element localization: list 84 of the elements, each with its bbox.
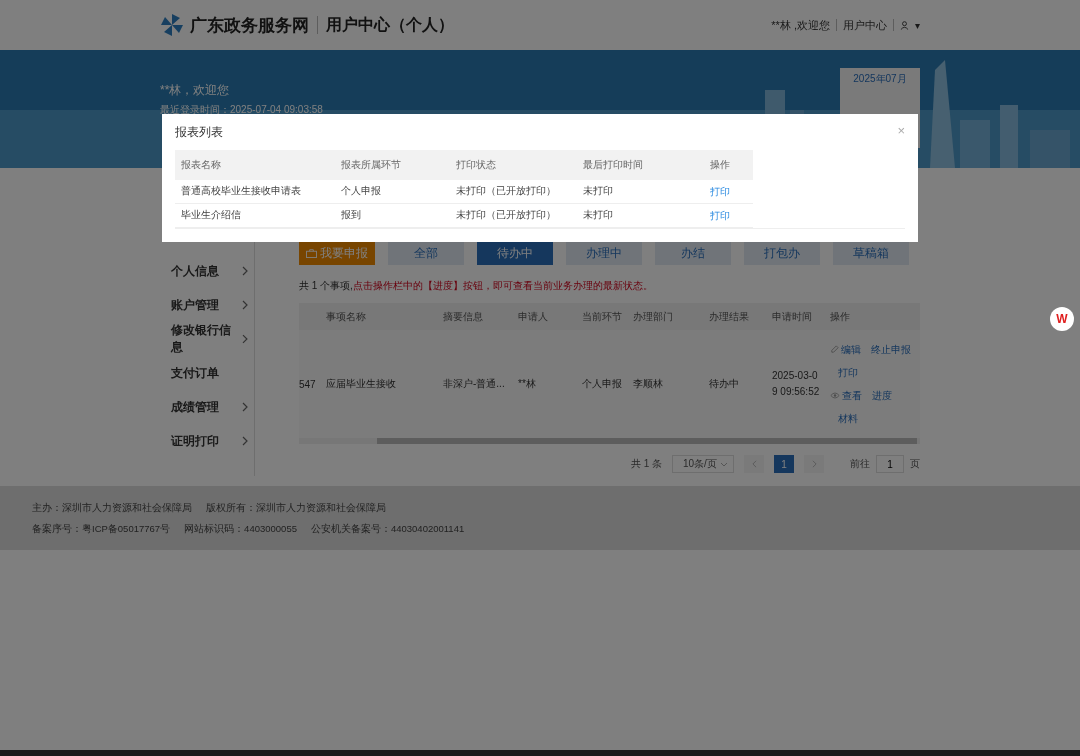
footer-text: 主办：深圳市人力资源和社会保障局 xyxy=(32,502,192,515)
tab[interactable]: 办理中 xyxy=(566,242,642,265)
column-header: 申请时间 xyxy=(771,309,813,324)
column-header: 摘要信息 xyxy=(442,309,484,324)
footer-text: 网站标识码：4403000055 xyxy=(184,523,297,536)
page-unit: 页 xyxy=(910,457,920,471)
close-button[interactable]: × xyxy=(897,122,905,138)
pinwheel-logo-icon xyxy=(160,13,184,37)
caret-icon[interactable]: ▾ xyxy=(914,19,920,31)
page-size-select[interactable]: 10条/页 xyxy=(672,455,734,473)
user-icon[interactable] xyxy=(899,20,909,30)
action-link[interactable]: 材料 xyxy=(838,411,858,426)
action-link[interactable]: 进度 xyxy=(872,388,892,403)
tab[interactable]: 办结 xyxy=(655,242,731,265)
chevron-left-icon xyxy=(751,460,757,468)
table-cell-text: 547 xyxy=(299,378,317,390)
last-login-text: 最近登录时间：2025-07-04 09:03:58 xyxy=(160,103,323,117)
column-header: 当前环节 xyxy=(581,309,623,324)
column-header: 申请人 xyxy=(517,309,549,324)
welcome-text: **林，欢迎您 xyxy=(160,82,231,99)
dialog-title: 报表列表 xyxy=(175,123,223,141)
user-center-link[interactable]: 用户中心 xyxy=(842,17,887,33)
column-header: 操作 xyxy=(709,158,731,172)
goto-page-input[interactable]: 1 xyxy=(876,455,904,473)
sidebar-item[interactable]: 支付订单 xyxy=(160,356,254,390)
table-cell-text: 待办中 xyxy=(708,377,740,391)
next-page-button[interactable] xyxy=(804,455,824,473)
column-header: 操作 xyxy=(829,309,851,324)
sidebar-item[interactable]: 修改银行信息 xyxy=(160,322,254,356)
print-link[interactable]: 打印 xyxy=(710,209,730,221)
notice-text: 共 1 个事项,点击操作栏中的【进度】按钮，即可查看当前业务办理的最新状态。 xyxy=(299,279,654,293)
footer-text: 公安机关备案号：44030402001141 xyxy=(310,523,465,536)
table-cell-text: 未打印 xyxy=(582,185,614,198)
table-cell-text: 未打印 xyxy=(582,209,614,222)
column-header: 办理部门 xyxy=(632,309,674,324)
calendar-month: 2025年07月 xyxy=(853,72,907,86)
sidebar-item[interactable]: 成绩管理 xyxy=(160,390,254,424)
action-link[interactable]: 编辑 xyxy=(830,342,861,357)
table-cell-text: 非深户-普通... xyxy=(442,377,506,391)
horizontal-scrollbar[interactable] xyxy=(299,438,920,444)
tab[interactable]: 打包办 xyxy=(744,242,820,265)
previous-page-button[interactable] xyxy=(744,455,764,473)
chevron-right-icon xyxy=(811,460,817,468)
chevron-down-icon xyxy=(720,461,728,467)
print-link[interactable]: 打印 xyxy=(710,185,730,197)
table-cell-text: 个人申报 xyxy=(340,185,382,198)
action-link[interactable]: 打印 xyxy=(838,365,858,380)
table-cell-text: 普通高校毕业生接收申请表 xyxy=(180,185,302,198)
footer-text: 版权所有：深圳市人力资源和社会保障局 xyxy=(206,502,386,515)
table-cell-text: 2025-03-09 09:56:52 xyxy=(771,369,821,399)
eye-icon xyxy=(830,392,840,399)
tab[interactable]: 草稿箱 xyxy=(833,242,909,265)
column-header: 打印状态 xyxy=(455,158,497,172)
action-link[interactable]: 查看 xyxy=(830,388,862,403)
table-cell-text: 个人申报 xyxy=(581,377,623,391)
sidebar-item[interactable]: 账户管理 xyxy=(160,288,254,322)
table-cell-text: **林 xyxy=(517,377,537,391)
column-header: 办理结果 xyxy=(708,309,750,324)
table-cell-text: 未打印（已开放打印） xyxy=(455,185,557,198)
tab[interactable]: 全部 xyxy=(388,242,464,265)
table-cell-text: 报到 xyxy=(340,209,362,222)
section-title: 用户中心（个人） xyxy=(326,14,454,35)
total-count: 共 1 条 xyxy=(630,457,662,471)
tab[interactable]: 我要申报 xyxy=(299,242,375,265)
table-cell-text: 李顺林 xyxy=(632,377,664,391)
floating-app-button[interactable]: W xyxy=(1050,307,1074,331)
column-header: 最后打印时间 xyxy=(582,158,644,172)
sidebar-item[interactable]: 个人信息 xyxy=(160,254,254,288)
column-header: 事项名称 xyxy=(325,309,367,324)
user-greeting: **林 ,欢迎您 xyxy=(771,17,830,33)
table-cell-text: 应届毕业生接收 xyxy=(325,377,397,391)
table-cell-text: 毕业生介绍信 xyxy=(180,209,242,222)
briefcase-icon xyxy=(306,249,317,258)
site-name: 广东政务服务网 xyxy=(190,14,309,37)
action-link[interactable]: 终止申报 xyxy=(871,342,911,357)
pencil-icon xyxy=(830,345,839,354)
goto-label: 前往 xyxy=(850,457,870,471)
column-header: 报表名称 xyxy=(180,158,222,172)
page-number[interactable]: 1 xyxy=(774,455,794,473)
tab[interactable]: 待办中 xyxy=(477,242,553,265)
sidebar-item[interactable]: 证明打印 xyxy=(160,424,254,458)
column-header: 报表所属环节 xyxy=(340,158,402,172)
footer-text: 备案序号：粤ICP备05017767号 xyxy=(32,523,171,536)
table-cell-text: 未打印（已开放打印） xyxy=(455,209,557,222)
